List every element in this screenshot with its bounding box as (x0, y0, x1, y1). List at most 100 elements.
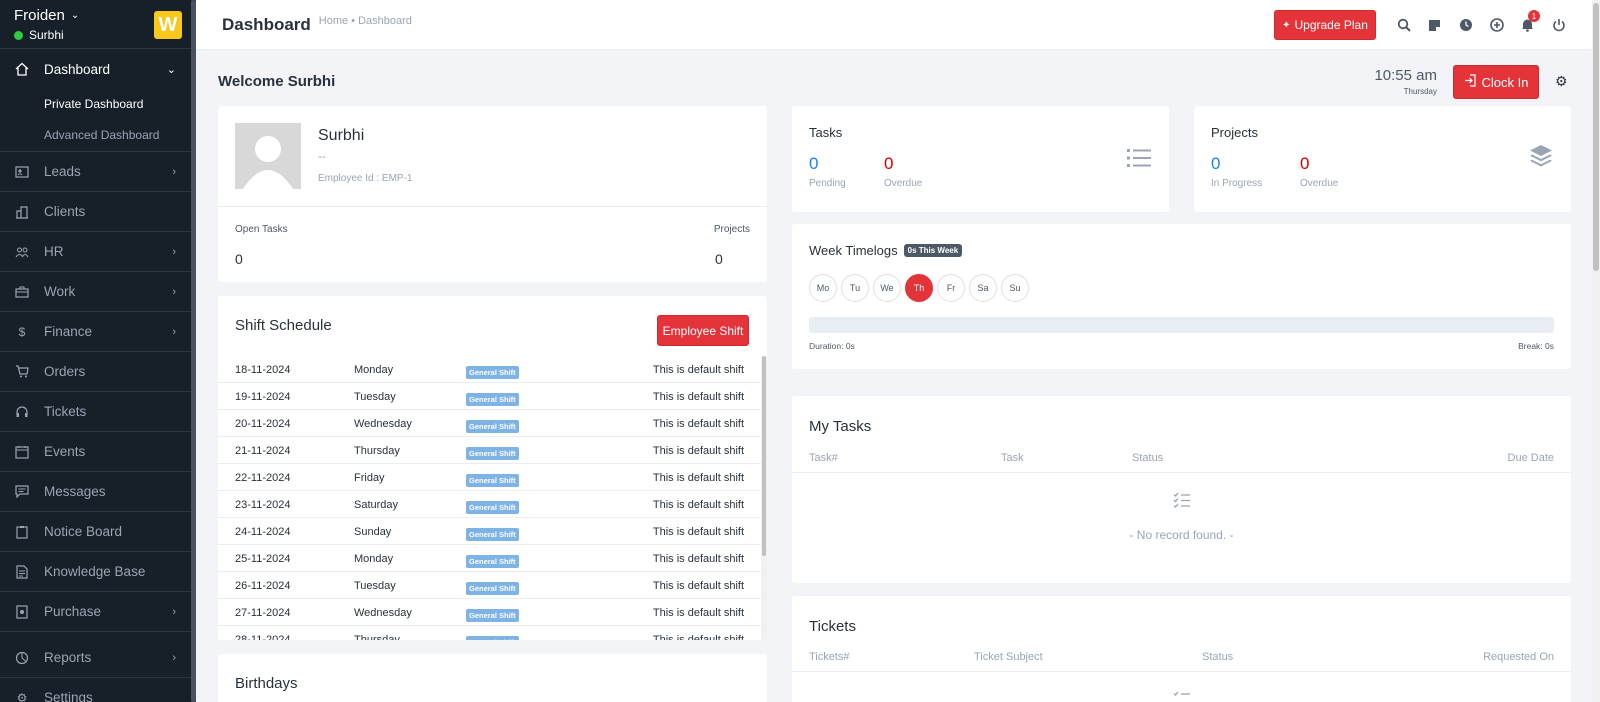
tasks-summary-card: Tasks 0 Pending 0 Overdue (792, 106, 1169, 212)
sidebar-subitem-advanced-dashboard[interactable]: Advanced Dashboard (0, 119, 196, 152)
day-we[interactable]: We (873, 274, 901, 302)
bell-icon[interactable]: 1 (1512, 10, 1543, 40)
power-icon[interactable] (1543, 10, 1574, 40)
shift-badge[interactable]: General Shift (466, 555, 519, 568)
sidebar-item-orders[interactable]: Orders (0, 352, 196, 392)
table-row: 23-11-2024 Saturday General Shift This is d… (218, 491, 761, 518)
sidebar-item-label: Leads (44, 164, 81, 179)
sidebar-item-purchase[interactable]: Purchase › (0, 592, 196, 632)
column-header-requested-on: Requested On (1483, 651, 1554, 663)
employee-id: Employee Id : EMP-1 (318, 173, 413, 184)
sidebar-item-leads[interactable]: Leads › (0, 152, 196, 192)
shift-badge[interactable]: General Shift (466, 393, 519, 406)
brand-header[interactable]: Froiden ⌄ Surbhi W (0, 0, 196, 49)
clock-icon[interactable] (1450, 10, 1481, 40)
plus-circle-icon[interactable] (1481, 10, 1512, 40)
app-logo[interactable]: W (154, 11, 182, 39)
sidebar-item-tickets[interactable]: Tickets (0, 392, 196, 432)
sidebar-item-hr[interactable]: HR › (0, 232, 196, 272)
pending-tasks-value[interactable]: 0 (809, 154, 818, 174)
overdue-projects-value[interactable]: 0 (1300, 154, 1309, 174)
clock-in-button[interactable]: Clock In (1453, 65, 1539, 99)
profile-name[interactable]: Surbhi (318, 127, 364, 145)
shift-day: Wednesday (354, 418, 412, 430)
table-row: 21-11-2024 Thursday General Shift This is d… (218, 437, 761, 464)
sidebar-item-reports[interactable]: Reports › (0, 638, 196, 678)
projects-value[interactable]: 0 (715, 251, 723, 267)
sidebar-item-notice-board[interactable]: Notice Board (0, 512, 196, 552)
shift-badge[interactable]: General Shift (466, 474, 519, 487)
upgrade-plan-label: Upgrade Plan (1294, 18, 1368, 32)
shift-badge[interactable]: General Shift (466, 447, 519, 460)
shift-badge[interactable]: General Shift (466, 609, 519, 622)
shift-note: This is default shift (652, 580, 744, 592)
shift-table-scrollbar[interactable] (761, 356, 767, 640)
sidebar-item-dashboard[interactable]: Dashboard ⌄ (0, 49, 196, 89)
day-mo[interactable]: Mo (809, 274, 837, 302)
shift-day: Monday (354, 364, 394, 376)
clock-in-label: Clock In (1481, 74, 1529, 90)
shift-badge[interactable]: General Shift (466, 501, 519, 514)
sidebar-subitem-private-dashboard[interactable]: Private Dashboard (0, 89, 196, 119)
divider (218, 206, 767, 207)
sidebar-scrollbar-thumb[interactable] (191, 0, 196, 702)
overdue-tasks-label: Overdue (884, 178, 923, 189)
shift-day: Thursday (354, 634, 400, 640)
overdue-tasks-value[interactable]: 0 (884, 154, 893, 174)
sidebar-item-messages[interactable]: Messages (0, 472, 196, 512)
chevron-right-icon: › (172, 285, 176, 298)
shift-badge[interactable]: General Shift (466, 636, 519, 640)
in-progress-value[interactable]: 0 (1211, 154, 1220, 174)
layers-icon (1529, 144, 1553, 175)
online-status-icon (14, 30, 23, 40)
page-scrollbar-thumb[interactable] (1593, 3, 1599, 271)
chevron-down-icon[interactable]: ⌄ (71, 10, 79, 21)
pending-tasks-label: Pending (809, 178, 846, 189)
topbar-actions: ✦ Upgrade Plan 1 (1274, 10, 1574, 40)
day-sa[interactable]: Sa (969, 274, 997, 302)
day-tu[interactable]: Tu (841, 274, 869, 302)
sidebar-item-settings[interactable]: ⚙ Settings (0, 678, 196, 702)
shift-day: Saturday (354, 499, 399, 511)
sidebar-item-finance[interactable]: $ Finance › (0, 312, 196, 352)
sticky-note-icon[interactable] (1419, 10, 1450, 40)
projects-summary-card: Projects 0 In Progress 0 Overdue (1194, 106, 1571, 212)
break-text: Break: 0s (1518, 341, 1554, 351)
shift-table-scrollbar-thumb[interactable] (762, 356, 766, 556)
column-header-status: Status (1132, 452, 1164, 464)
gear-icon: ⚙ (16, 690, 28, 702)
sidebar-item-knowledge-base[interactable]: Knowledge Base (0, 552, 196, 592)
column-header-status: Status (1202, 651, 1234, 663)
shift-note: This is default shift (652, 418, 744, 430)
page-scrollbar[interactable] (1592, 0, 1600, 702)
day-fr[interactable]: Fr (937, 274, 965, 302)
employee-shift-button[interactable]: Employee Shift (657, 315, 749, 346)
sidebar-scrollbar[interactable] (191, 0, 196, 702)
breadcrumb[interactable]: Home • Dashboard (319, 15, 412, 27)
projects-label: Projects (713, 224, 750, 235)
open-tasks-value[interactable]: 0 (235, 251, 243, 267)
search-icon[interactable] (1388, 10, 1419, 40)
shift-badge[interactable]: General Shift (466, 528, 519, 541)
shift-note: This is default shift (652, 445, 744, 457)
sidebar-item-work[interactable]: Work › (0, 272, 196, 312)
shift-date: 25-11-2024 (235, 553, 291, 565)
chevron-down-icon: ⌄ (166, 63, 176, 76)
shift-note: This is default shift (652, 364, 744, 376)
avatar[interactable] (235, 123, 301, 189)
shift-date: 21-11-2024 (235, 445, 291, 457)
shift-badge[interactable]: General Shift (466, 366, 519, 379)
table-row: 28-11-2024 Thursday General Shift This is d… (218, 626, 761, 640)
day-th[interactable]: Th (905, 274, 933, 302)
week-timelogs-header: Week Timelogs 0s This Week (809, 243, 963, 258)
sidebar-item-events[interactable]: Events (0, 432, 196, 472)
sidebar-item-label: Knowledge Base (44, 564, 146, 579)
day-su[interactable]: Su (1001, 274, 1029, 302)
shift-badge[interactable]: General Shift (466, 582, 519, 595)
upgrade-plan-button[interactable]: ✦ Upgrade Plan (1274, 10, 1376, 40)
chevron-right-icon: › (172, 605, 176, 618)
gear-icon[interactable]: ⚙ (1555, 73, 1568, 90)
sidebar-item-clients[interactable]: Clients (0, 192, 196, 232)
shift-badge[interactable]: General Shift (466, 420, 519, 433)
page-title: Dashboard (222, 14, 311, 34)
